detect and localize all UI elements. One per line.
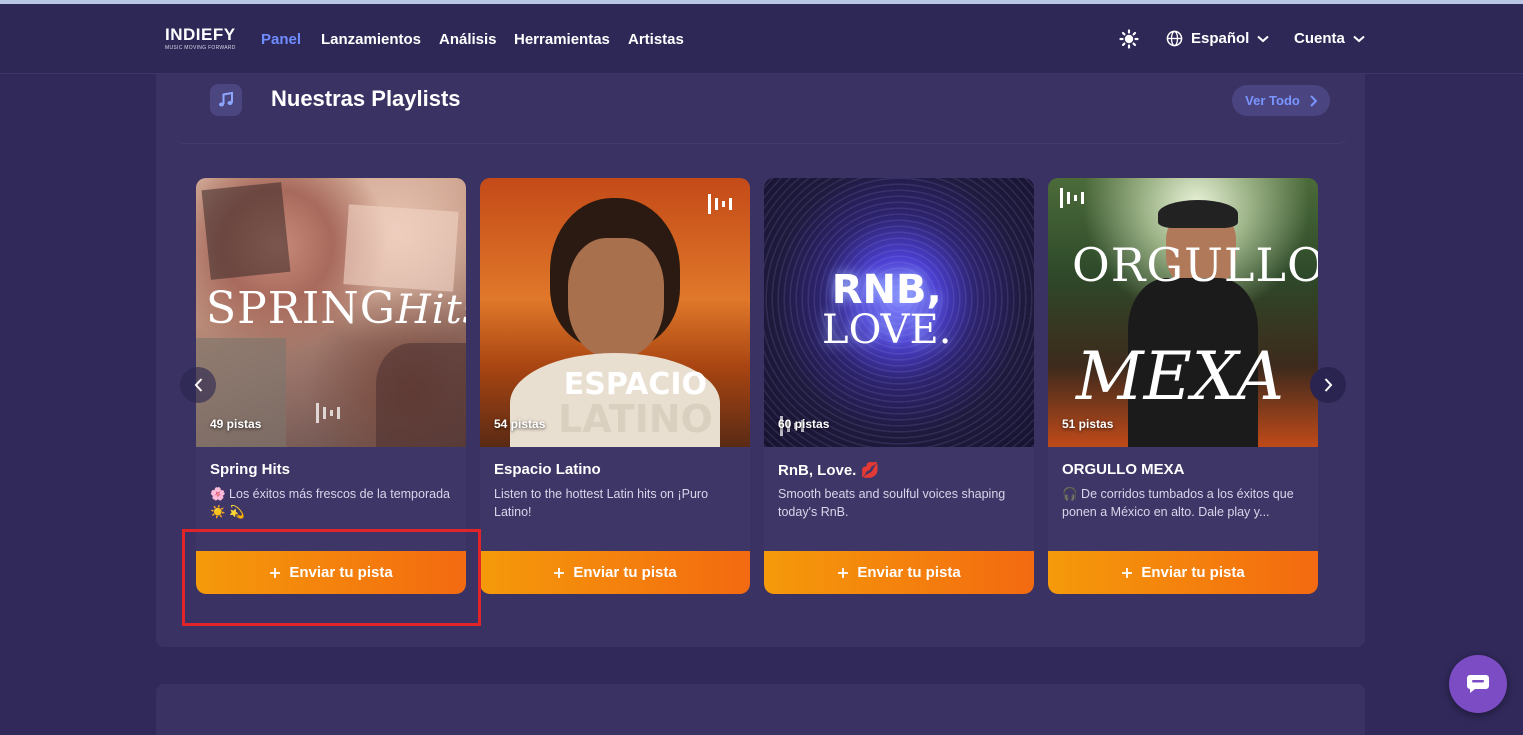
cover-title-text: SPRINGHits [206, 283, 466, 334]
track-count: 54 pistas [494, 417, 546, 431]
waveform-logo-icon [1060, 188, 1084, 208]
playlist-description: 🎧 De corridos tumbados a los éxitos que … [1062, 487, 1294, 519]
cover-title-text: ORGULLO [1072, 238, 1318, 292]
plus-icon [554, 567, 565, 578]
language-label: Español [1191, 30, 1250, 47]
theme-toggle-sun-icon[interactable] [1118, 28, 1140, 50]
submit-track-button[interactable]: Enviar tu pista [480, 551, 750, 594]
playlist-title[interactable]: RnB, Love. 💋 [778, 461, 879, 479]
cover-title-text: ESPACIO LATINO [558, 367, 713, 441]
chevron-right-icon [1324, 378, 1332, 392]
playlist-description: 🌸 Los éxitos más frescos de la temporada… [210, 487, 450, 519]
top-navbar: INDIEFY MUSIC MOVING FORWARD Panel Lanza… [0, 4, 1523, 74]
language-selector[interactable]: Español [1166, 30, 1270, 47]
playlist-card-orgullo-mexa[interactable]: ORGULLO MEXA 51 pistas ORGULLO MEXA 🎧 De… [1048, 178, 1318, 594]
playlist-card-rnb-love[interactable]: RNB, LOVE. 60 pistas RnB, Love. 💋 Smooth … [764, 178, 1034, 594]
nav-panel[interactable]: Panel [261, 31, 301, 48]
chat-support-button[interactable] [1449, 655, 1507, 713]
cover-subtitle-text: MEXA [1076, 338, 1285, 415]
section-title: Nuestras Playlists [271, 86, 461, 111]
submit-track-label: Enviar tu pista [573, 564, 677, 581]
playlist-description: Listen to the hottest Latin hits on ¡Pur… [494, 487, 709, 519]
playlist-title[interactable]: Spring Hits [210, 461, 290, 478]
nav-artistas[interactable]: Artistas [628, 31, 684, 48]
section-header: Nuestras Playlists Ver Todo [174, 74, 1348, 144]
waveform-logo-icon [316, 403, 340, 423]
submit-track-button[interactable]: Enviar tu pista [764, 551, 1034, 594]
chevron-right-icon [1310, 94, 1317, 107]
playlist-description: Smooth beats and soulful voices shaping … [778, 487, 1006, 519]
account-menu[interactable]: Cuenta [1294, 30, 1365, 47]
track-count: 51 pistas [1062, 417, 1114, 431]
music-note-icon [210, 84, 242, 116]
submit-track-label: Enviar tu pista [1141, 564, 1245, 581]
playlist-cover[interactable]: ORGULLO MEXA [1048, 178, 1318, 447]
chevron-down-icon [1257, 35, 1270, 42]
brand-name: INDIEFY [165, 25, 236, 44]
cover-title-text: RNB, LOVE. [822, 267, 952, 353]
see-all-label: Ver Todo [1245, 93, 1300, 108]
nav-analisis[interactable]: Análisis [439, 31, 497, 48]
playlist-cover[interactable]: ESPACIO LATINO [480, 178, 750, 447]
carousel-next-button[interactable] [1310, 367, 1346, 403]
track-count: 49 pistas [210, 417, 262, 431]
submit-track-button[interactable]: Enviar tu pista [1048, 551, 1318, 594]
see-all-button[interactable]: Ver Todo [1232, 85, 1330, 116]
highlight-annotation-box [182, 529, 481, 626]
plus-icon [838, 567, 849, 578]
chat-bubble-icon [1467, 675, 1489, 693]
playlist-title[interactable]: ORGULLO MEXA [1062, 461, 1185, 478]
nav-lanzamientos[interactable]: Lanzamientos [321, 31, 421, 48]
track-count: 60 pistas [778, 417, 830, 431]
playlist-card-espacio-latino[interactable]: ESPACIO LATINO 54 pistas Espacio Latino L… [480, 178, 750, 594]
globe-icon [1166, 30, 1183, 47]
playlist-cover[interactable]: RNB, LOVE. [764, 178, 1034, 447]
chevron-left-icon [194, 378, 202, 392]
submit-track-label: Enviar tu pista [857, 564, 961, 581]
account-label: Cuenta [1294, 30, 1345, 47]
carousel-prev-button[interactable] [180, 367, 216, 403]
playlist-cover[interactable]: SPRINGHits [196, 178, 466, 447]
nav-herramientas[interactable]: Herramientas [514, 31, 610, 48]
plus-icon [1122, 567, 1133, 578]
brand-logo[interactable]: INDIEFY MUSIC MOVING FORWARD [165, 26, 245, 56]
brand-tagline: MUSIC MOVING FORWARD [165, 45, 236, 51]
playlist-title[interactable]: Espacio Latino [494, 461, 601, 478]
chevron-down-icon [1353, 35, 1365, 42]
next-section [156, 684, 1365, 735]
waveform-logo-icon [708, 194, 732, 214]
